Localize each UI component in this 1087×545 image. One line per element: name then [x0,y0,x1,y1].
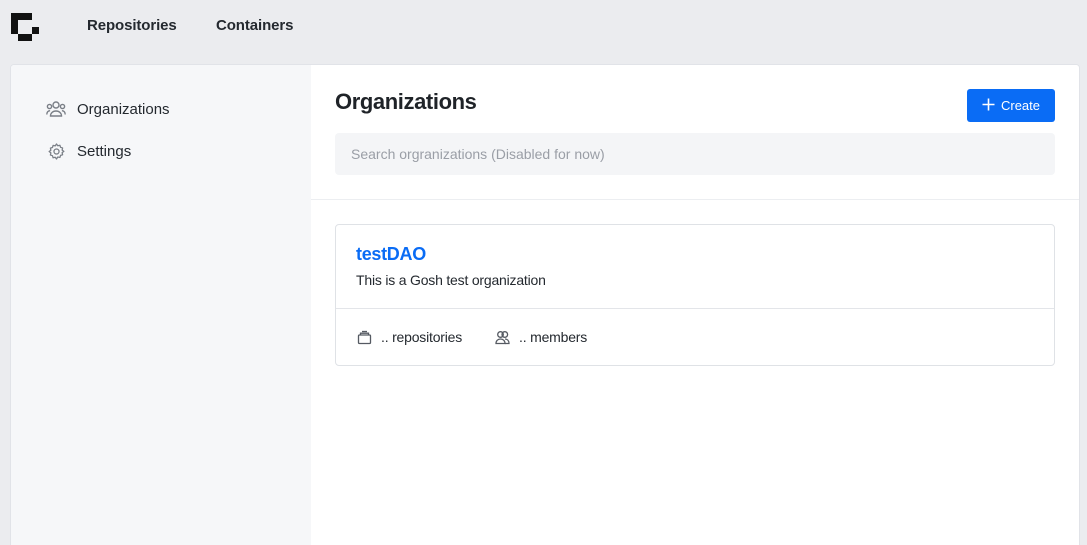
divider [336,308,1054,309]
org-members-label: .. members [519,329,588,345]
divider [311,199,1079,200]
sidebar-item-settings[interactable]: Settings [46,139,131,163]
org-members-count: .. members [495,329,587,345]
nav-repositories[interactable]: Repositories [87,17,177,34]
top-nav: Repositories Containers [0,0,1087,52]
org-description: This is a Gosh test organization [356,272,546,288]
content-area: Organizations Create testDAO This is a G… [311,65,1079,545]
sidebar-item-organizations[interactable]: Organizations [46,97,170,121]
sidebar-item-label: Settings [77,142,132,160]
sidebar-item-label: Organizations [77,100,170,118]
repository-icon [357,330,372,345]
members-icon [495,330,510,345]
gear-icon [46,141,66,161]
create-button-label: Create [1000,98,1041,113]
create-button[interactable]: Create [967,89,1055,122]
page-title: Organizations [335,89,477,114]
search-input[interactable] [335,133,1055,175]
main-panel: Organizations Settings Organizations Cre… [10,64,1080,545]
org-name-link[interactable]: testDAO [356,244,426,265]
nav-containers[interactable]: Containers [216,17,293,34]
org-repositories-label: .. repositories [381,329,463,345]
users-icon [46,99,66,119]
sidebar: Organizations Settings [11,65,311,545]
org-repositories-count: .. repositories [357,329,462,345]
gosh-logo[interactable] [11,13,39,41]
plus-icon [982,98,995,114]
org-card: testDAO This is a Gosh test organization… [335,224,1055,366]
org-meta: .. repositories .. members [357,329,620,345]
